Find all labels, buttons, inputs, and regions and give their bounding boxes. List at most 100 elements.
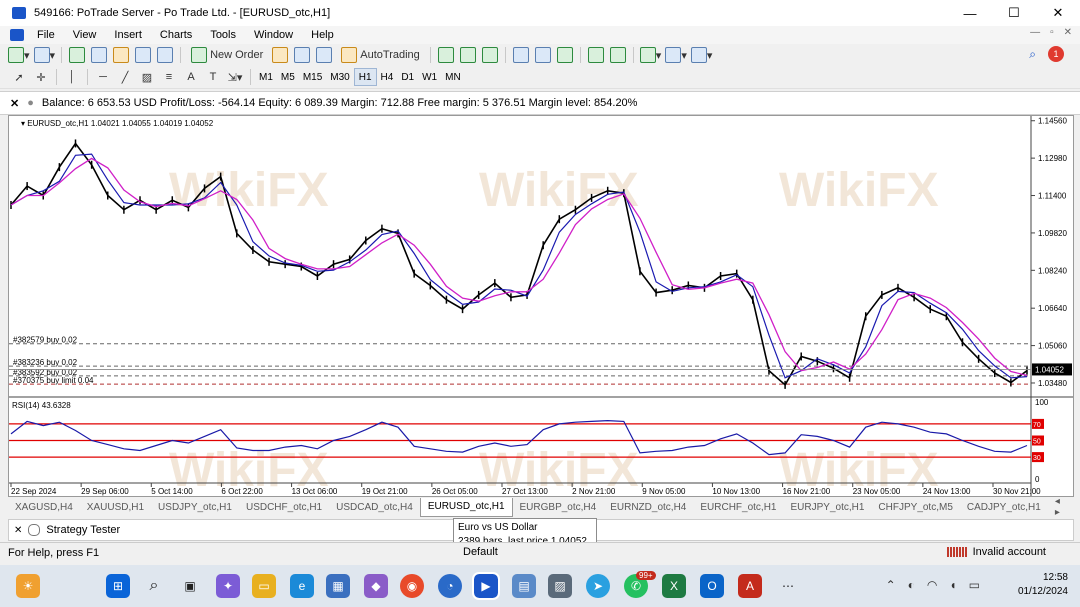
text-label-icon[interactable]: T [204,68,222,86]
chart-window[interactable]: WikiFX WikiFX WikiFX WikiFX WikiFX WikiFX 1.14… [8,115,1074,497]
channel-icon[interactable]: ▨ [138,68,156,86]
account-bar-close[interactable]: ✕ [10,97,19,110]
timeframe-w1[interactable]: W1 [418,69,441,85]
symbol-tab[interactable]: EURUSD_otc,H1 [419,497,513,517]
new-chart-icon[interactable]: ▾ [8,46,30,64]
zoom-in-icon[interactable] [512,46,530,64]
timeframe-m15[interactable]: M15 [299,69,326,85]
menu-file[interactable]: File [28,29,64,41]
start-icon[interactable]: ⊞ [106,574,130,598]
tray-app-icon[interactable]: ◐ [908,578,915,592]
templates-icon[interactable]: ▾ [690,46,712,64]
auto-scroll-icon[interactable] [587,46,605,64]
chart-svg[interactable]: WikiFX WikiFX WikiFXWikiFX WikiFX WikiFX1.14… [9,116,1073,497]
search-taskbar-icon[interactable]: ⌕ [142,574,166,598]
menu-window[interactable]: Window [245,29,302,41]
menu-insert[interactable]: Insert [105,29,151,41]
options-icon[interactable] [293,46,311,64]
app-icon-3[interactable]: ▤ [512,574,536,598]
symbol-tab[interactable]: CHFJPY_otc,M5 [871,498,959,516]
arrows-icon[interactable]: ⇲▾ [226,68,244,86]
task-view-icon[interactable]: ▣ [178,574,202,598]
timeframe-mn[interactable]: MN [441,69,465,85]
symbol-tab[interactable]: EURNZD_otc,H4 [603,498,693,516]
weather-icon[interactable]: ☀ [16,574,40,598]
timeframe-m30[interactable]: M30 [326,69,353,85]
maximize-button[interactable]: ☐ [992,0,1036,26]
candlestick-icon[interactable] [459,46,477,64]
status-connection[interactable]: Invalid account [946,546,1046,558]
crosshair-icon[interactable]: ✛ [32,68,50,86]
profiles-icon[interactable]: ▾ [33,46,55,64]
outlook-icon[interactable]: O [700,574,724,598]
symbol-tab[interactable]: EURGBP_otc,H4 [513,498,604,516]
app-icon-4[interactable]: ▨ [548,574,572,598]
wifi-icon[interactable]: ◠ [927,578,937,592]
signals-icon[interactable] [315,46,333,64]
strategy-close[interactable]: ✕ [14,525,22,536]
symbol-tab[interactable]: XAGUSD,H4 [8,498,80,516]
timeframe-h4[interactable]: H4 [377,69,398,85]
menu-charts[interactable]: Charts [151,29,201,41]
symbol-tab[interactable]: EURJPY_otc,H1 [784,498,872,516]
auto-trading-button[interactable]: AutoTrading [337,46,424,64]
more-apps-icon[interactable]: ⋯ [776,574,800,598]
trendline-icon[interactable]: ╱ [116,68,134,86]
market-watch-icon[interactable] [68,46,86,64]
telegram-icon[interactable]: ➤ [586,574,610,598]
child-close-icon[interactable]: ✕ [1064,27,1072,38]
bar-chart-icon[interactable] [437,46,455,64]
timeframe-m5[interactable]: M5 [277,69,299,85]
indicators-icon[interactable]: ▾ [639,46,661,64]
close-button[interactable]: ✕ [1036,0,1080,26]
timeframe-m1[interactable]: M1 [255,69,277,85]
menu-view[interactable]: View [64,29,106,41]
periods-icon[interactable]: ▾ [665,46,687,64]
app-icon-1[interactable]: ◆ [364,574,388,598]
new-order-button[interactable]: New Order [187,46,267,64]
text-icon[interactable]: A [182,68,200,86]
cursor-icon[interactable]: ➚ [10,68,28,86]
navigator-icon[interactable] [112,46,130,64]
strategy-label[interactable]: Strategy Tester [46,524,120,536]
symbol-tab[interactable]: USDCAD_otc,H4 [329,498,420,516]
file-explorer-icon[interactable]: ▭ [252,574,276,598]
timeframe-d1[interactable]: D1 [397,69,418,85]
excel-icon[interactable]: X [662,574,686,598]
notification-icon[interactable]: 1 [1048,46,1064,62]
minimize-button[interactable]: — [948,0,992,26]
data-window-icon[interactable] [90,46,108,64]
line-chart-icon[interactable] [481,46,499,64]
menu-tools[interactable]: Tools [201,29,245,41]
symbol-tab[interactable]: USDJPY_otc,H1 [151,498,239,516]
acrobat-icon[interactable]: A [738,574,762,598]
symbol-tab[interactable]: EURCHF_otc,H1 [693,498,783,516]
tester-icon[interactable] [156,46,174,64]
timeframe-h1[interactable]: H1 [353,68,377,86]
tray-chevron-icon[interactable]: ⌃ [886,578,896,592]
horizontal-line-icon[interactable]: ─ [94,68,112,86]
zoom-out-icon[interactable] [534,46,552,64]
edge-icon[interactable]: e [290,574,314,598]
chart-shift-icon[interactable] [609,46,627,64]
search-icon[interactable]: ⌕ [1029,47,1036,62]
volume-icon[interactable]: ◖ [949,578,956,592]
symbol-tab[interactable]: CADJPY_otc,H1 [960,498,1048,516]
child-restore-icon[interactable]: ▫ [1050,27,1054,38]
store-icon[interactable]: ▦ [326,574,350,598]
child-minimize-icon[interactable]: — [1030,27,1040,38]
symbol-tab[interactable]: USDCHF_otc,H1 [239,498,329,516]
terminal-icon[interactable] [134,46,152,64]
meta-editor-icon[interactable] [271,46,289,64]
tab-scroll-arrows[interactable]: ◂ ▸ [1048,496,1072,518]
fibonacci-icon[interactable]: ≡ [160,68,178,86]
chrome-icon[interactable]: ◉ [400,574,424,598]
clock[interactable]: 12:58 01/12/2024 [1018,571,1068,599]
vertical-line-icon[interactable]: │ [63,68,81,86]
battery-icon[interactable]: ▭ [969,578,980,592]
tile-windows-icon[interactable] [556,46,574,64]
menu-help[interactable]: Help [302,29,343,41]
potrade-taskbar-icon[interactable]: ▶ [472,572,500,600]
copilot-icon[interactable]: ✦ [216,574,240,598]
symbol-tab[interactable]: XAUUSD,H1 [80,498,151,516]
